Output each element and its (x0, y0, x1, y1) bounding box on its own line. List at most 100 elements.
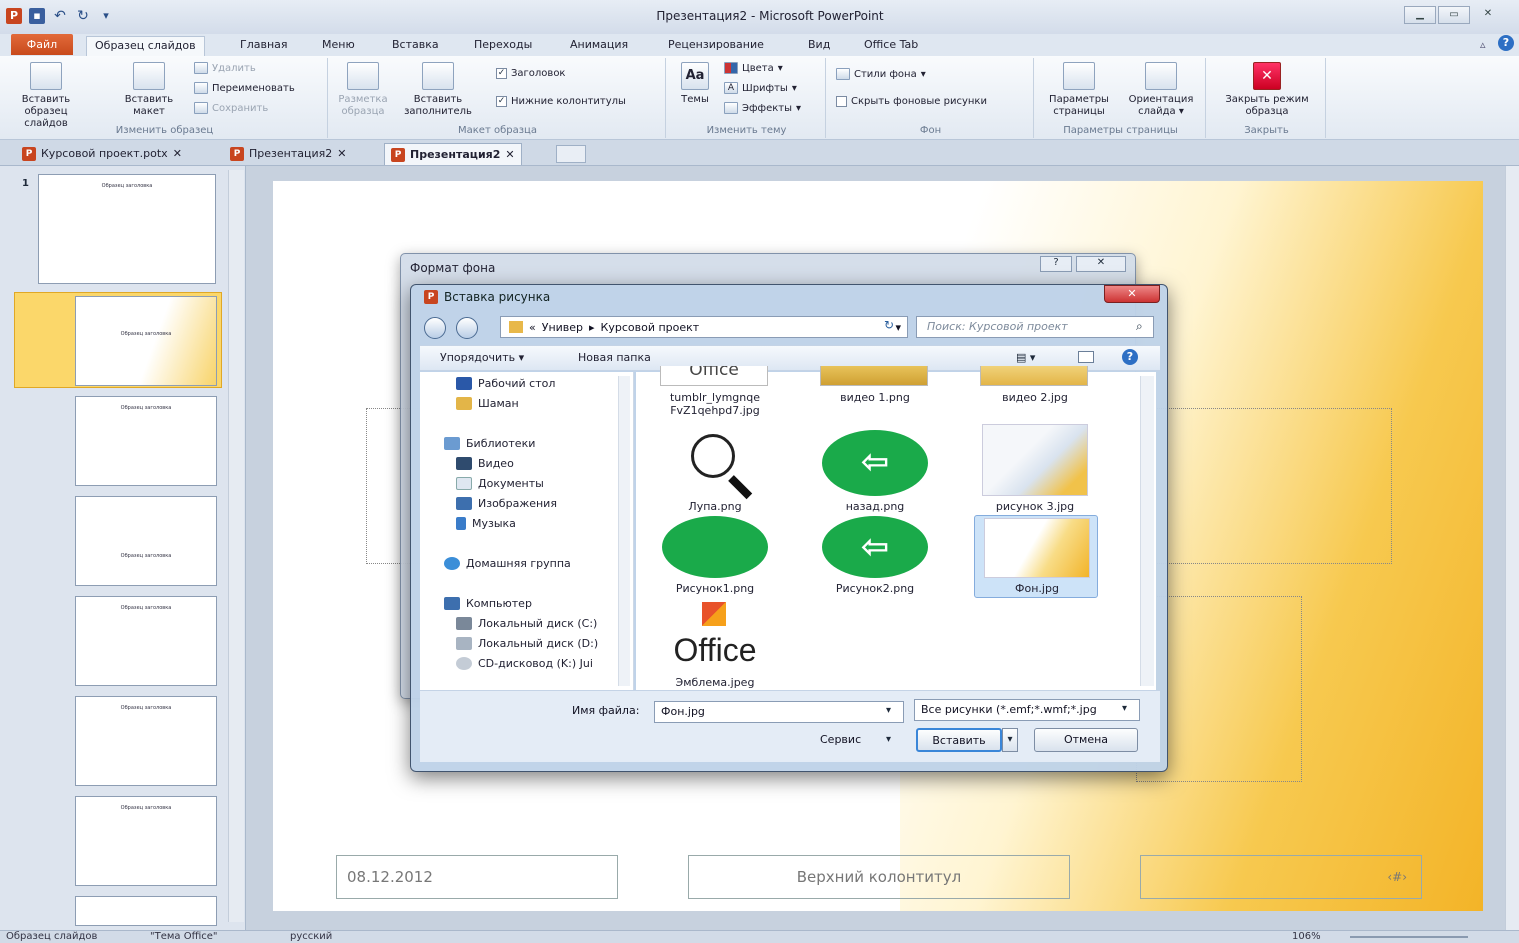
redo-icon[interactable]: ↻ (75, 8, 91, 24)
new-tab-button[interactable] (556, 145, 586, 163)
help-icon[interactable]: ? (1122, 349, 1138, 365)
nav-scrollbar[interactable] (618, 376, 630, 686)
thumb-layout-4[interactable]: Образец заголовка (75, 596, 217, 686)
nav-shaman[interactable]: Шаман (456, 397, 519, 410)
file-risunok2[interactable]: ⇦ Рисунок2.png (816, 516, 934, 595)
thumb-master[interactable]: Образец заголовка (38, 174, 216, 284)
footers-checkbox[interactable]: ✓ Нижние колонтитулы (496, 96, 626, 107)
powerpoint-icon[interactable]: P (6, 8, 22, 24)
nav-video[interactable]: Видео (456, 457, 514, 470)
help-icon[interactable]: ? (1498, 35, 1514, 51)
close-icon[interactable]: ✕ (505, 145, 514, 165)
close-icon[interactable]: ✕ (1104, 285, 1160, 303)
file-fon[interactable]: Фон.jpg (978, 518, 1096, 595)
tab-review[interactable]: Рецензирование (660, 36, 772, 54)
chevron-down-icon[interactable]: ▾ (886, 734, 891, 745)
close-master-button[interactable]: ✕ Закрыть режим образца (1212, 62, 1322, 118)
back-icon[interactable] (424, 317, 446, 339)
title-checkbox[interactable]: ✓ Заголовок (496, 68, 565, 79)
file-list-scrollbar[interactable] (1140, 376, 1154, 686)
insert-placeholder-button[interactable]: Вставить заполнитель (394, 62, 482, 118)
tools-button[interactable]: Сервис (820, 733, 861, 746)
tab-file[interactable]: Файл (11, 34, 73, 55)
maximize-icon[interactable]: ▭ (1438, 6, 1470, 24)
cancel-button[interactable]: Отмена (1034, 728, 1138, 752)
organize-button[interactable]: Упорядочить ▾ (440, 351, 524, 364)
thumb-layout-2[interactable]: Образец заголовка (75, 396, 217, 486)
nav-homegroup[interactable]: Домашняя группа (444, 557, 571, 570)
doc-tab-course-project[interactable]: P Курсовой проект.potx ✕ (16, 143, 188, 165)
doc-tab-presentation2-b[interactable]: P Презентация2 ✕ (384, 143, 522, 165)
tab-home[interactable]: Главная (232, 36, 296, 54)
tab-slide-master[interactable]: Образец слайдов (86, 36, 205, 56)
close-icon[interactable]: ✕ (1472, 6, 1504, 24)
tab-view[interactable]: Вид (800, 36, 838, 54)
search-input[interactable]: Поиск: Курсовой проект (916, 316, 1154, 338)
chevron-down-icon[interactable]: ▾ (886, 705, 891, 716)
master-layout-button[interactable]: Разметка образца (334, 62, 392, 118)
background-styles-button[interactable]: Стили фона ▾ (836, 68, 926, 80)
minimize-ribbon-icon[interactable]: ▵ (1480, 38, 1486, 51)
nav-cd-drive[interactable]: CD-дисковод (K:) Jui (456, 657, 593, 670)
file-tumblr[interactable]: tumblr_lymgnqe FvZ1qehpd7.jpg (656, 391, 774, 417)
header-placeholder[interactable]: Верхний колонтитул (688, 855, 1070, 899)
tab-office-tab[interactable]: Office Tab (856, 36, 926, 54)
canvas-scrollbar[interactable] (1505, 166, 1519, 930)
preserve-button[interactable]: Сохранить (194, 102, 268, 114)
delete-button[interactable]: Удалить (194, 62, 256, 74)
close-icon[interactable]: ✕ (337, 144, 346, 164)
thumb-scrollbar[interactable] (228, 170, 244, 922)
page-setup-button[interactable]: Параметры страницы (1040, 62, 1118, 118)
help-icon[interactable]: ? (1040, 256, 1072, 272)
chevron-down-icon[interactable]: ▾ (895, 321, 907, 334)
nav-music[interactable]: Музыка (456, 517, 516, 530)
thumb-layout-6[interactable]: Образец заголовка (75, 796, 217, 886)
address-bar[interactable]: « Универ ▸ Курсовой проект ▾ (500, 316, 908, 338)
new-folder-button[interactable]: Новая папка (578, 351, 651, 364)
nav-drive-c[interactable]: Локальный диск (C:) (456, 617, 597, 630)
thumb-layout-1[interactable]: Образец заголовка (75, 296, 217, 386)
save-icon[interactable]: ▪ (29, 8, 45, 24)
forward-icon[interactable] (456, 317, 478, 339)
tab-animation[interactable]: Анимация (562, 36, 636, 54)
file-emblema[interactable]: Office Эмблема.jpeg (656, 598, 774, 689)
customize-icon[interactable]: ▾ (98, 8, 114, 24)
nav-documents[interactable]: Документы (456, 477, 544, 490)
undo-icon[interactable]: ↶ (52, 8, 68, 24)
tab-menu[interactable]: Меню (314, 36, 363, 54)
thumb-layout-3[interactable]: Образец заголовка (75, 496, 217, 586)
insert-dropdown-icon[interactable]: ▾ (1002, 728, 1018, 752)
thumb-layout-5[interactable]: Образец заголовка (75, 696, 217, 786)
nav-desktop[interactable]: Рабочий стол (456, 377, 555, 390)
insert-master-button[interactable]: Вставить образец слайдов (16, 62, 76, 130)
tab-transitions[interactable]: Переходы (466, 36, 540, 54)
file-risunok1[interactable]: Рисунок1.png (656, 516, 774, 595)
zoom-level[interactable]: 106% (1292, 931, 1321, 942)
insert-layout-button[interactable]: Вставить макет (124, 62, 174, 118)
file-video1[interactable]: видео 1.png (816, 391, 934, 404)
hide-background-checkbox[interactable]: Скрыть фоновые рисунки (836, 96, 987, 107)
breadcrumb-univer[interactable]: Универ (542, 321, 583, 334)
date-placeholder[interactable]: 08.12.2012 (336, 855, 618, 899)
close-icon[interactable]: ✕ (173, 144, 182, 164)
themes-button[interactable]: Aa Темы (674, 62, 716, 106)
effects-button[interactable]: Эффекты ▾ (724, 102, 801, 114)
thumb-layout-7[interactable] (75, 896, 217, 926)
close-icon[interactable]: ✕ (1076, 256, 1126, 272)
zoom-slider[interactable] (1350, 936, 1468, 938)
fonts-button[interactable]: A Шрифты ▾ (724, 82, 797, 94)
nav-images[interactable]: Изображения (456, 497, 557, 510)
file-risunok3[interactable]: рисунок 3.jpg (976, 424, 1094, 513)
doc-tab-presentation2-a[interactable]: P Презентация2 ✕ (224, 143, 352, 165)
chevron-down-icon[interactable]: ▾ (1122, 703, 1127, 714)
file-type-select[interactable]: Все рисунки (*.emf;*.wmf;*.jpg (914, 699, 1140, 721)
preview-pane-icon[interactable] (1078, 351, 1094, 363)
minimize-icon[interactable]: ▁ (1404, 6, 1436, 24)
view-options-icon[interactable]: ▤ ▾ (1016, 351, 1035, 364)
colors-button[interactable]: Цвета ▾ (724, 62, 783, 74)
tab-insert[interactable]: Вставка (384, 36, 447, 54)
status-language[interactable]: русский (290, 931, 332, 942)
rename-button[interactable]: Переименовать (194, 82, 295, 94)
file-lupa[interactable]: Лупа.png (656, 430, 774, 513)
orientation-button[interactable]: Ориентация слайда ▾ (1120, 62, 1202, 118)
